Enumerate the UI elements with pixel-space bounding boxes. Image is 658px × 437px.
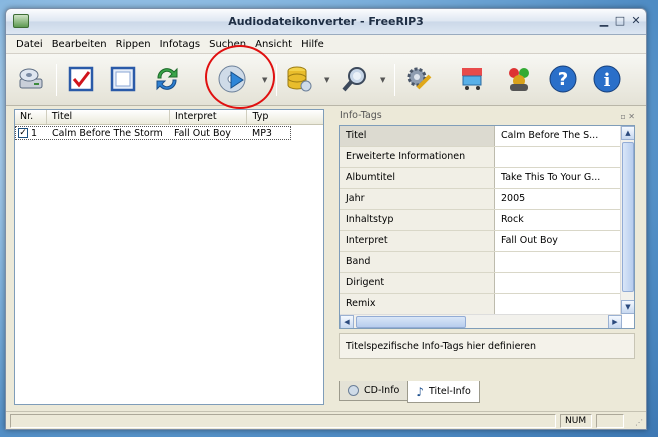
toolbar: ▼ ▼ ▼ ? i [6, 54, 646, 106]
tag-key: Band [340, 252, 495, 272]
info-tags-title: Info-Tags [340, 110, 382, 121]
refresh-icon[interactable] [150, 62, 184, 96]
tag-row[interactable]: Band [340, 252, 621, 273]
toolbar-separator [394, 64, 395, 96]
vertical-scrollbar[interactable]: ▲ ▼ [620, 126, 634, 314]
minimize-icon[interactable]: ▁ [596, 14, 612, 29]
tag-value[interactable] [495, 294, 621, 314]
track-list: Nr. Titel Interpret Typ ✓ 1 Calm Before … [14, 109, 324, 405]
music-note-icon: ♪ [416, 384, 425, 399]
tag-key: Remix [340, 294, 495, 314]
toolbar-separator [276, 64, 277, 96]
tag-row[interactable]: Albumtitel Take This To Your G... [340, 168, 621, 189]
shop-icon[interactable] [456, 62, 490, 96]
tag-value[interactable]: Fall Out Boy [495, 231, 621, 251]
help-icon[interactable]: ? [546, 62, 580, 96]
scroll-right-icon[interactable]: ▶ [608, 315, 622, 328]
tab-titel-info[interactable]: ♪ Titel-Info [407, 381, 480, 403]
settings-icon[interactable] [402, 62, 436, 96]
window-title: Audiodateikonverter - FreeRIP3 [228, 15, 424, 28]
tag-row[interactable]: Interpret Fall Out Boy [340, 231, 621, 252]
status-num: NUM [560, 414, 592, 428]
tag-value[interactable]: Take This To Your G... [495, 168, 621, 188]
column-typ[interactable]: Typ [247, 110, 323, 124]
tag-value[interactable] [495, 252, 621, 272]
track-title: Calm Before The Storm [52, 127, 163, 139]
tag-row[interactable]: Dirigent [340, 273, 621, 294]
database-icon[interactable] [282, 62, 316, 96]
database-dropdown-arrow-icon[interactable]: ▼ [324, 76, 331, 84]
menu-rippen[interactable]: Rippen [112, 39, 155, 50]
search-icon[interactable] [338, 62, 372, 96]
tag-value[interactable]: Calm Before The S... [495, 126, 621, 146]
tag-key: Titel [340, 126, 495, 146]
info-tags-grid: Titel Calm Before The S... Erweiterte In… [339, 125, 635, 329]
scroll-down-icon[interactable]: ▼ [621, 300, 634, 314]
community-icon[interactable] [502, 62, 536, 96]
tag-value[interactable]: 2005 [495, 189, 621, 209]
scroll-thumb[interactable] [356, 316, 466, 328]
scroll-thumb[interactable] [622, 142, 634, 292]
tag-row[interactable]: Titel Calm Before The S... [340, 126, 621, 147]
tag-value[interactable] [495, 273, 621, 293]
menu-datei[interactable]: Datei [12, 39, 47, 50]
tab-label: Titel-Info [429, 386, 471, 397]
uncheck-all-icon[interactable] [106, 62, 140, 96]
horizontal-scrollbar[interactable]: ◀ ▶ [340, 314, 622, 328]
cd-icon [348, 385, 359, 396]
search-dropdown-arrow-icon[interactable]: ▼ [380, 76, 387, 84]
table-row[interactable]: ✓ 1 Calm Before The Storm Fall Out Boy M… [15, 126, 291, 140]
column-interpret[interactable]: Interpret [170, 110, 248, 124]
status-caps [596, 414, 624, 428]
tag-key: Erweiterte Informationen [340, 147, 495, 167]
tag-value[interactable] [495, 147, 621, 167]
maximize-icon[interactable]: □ [612, 14, 628, 29]
highlight-ring-annotation [205, 45, 275, 109]
title-bar[interactable]: Audiodateikonverter - FreeRIP3 ▁ □ ✕ [6, 9, 646, 35]
svg-text:?: ? [558, 69, 568, 90]
tag-row[interactable]: Erweiterte Informationen [340, 147, 621, 168]
info-tags-panel: Info-Tags ▫ ✕ Titel Calm Before The S...… [334, 109, 637, 405]
tag-row[interactable]: Inhaltstyp Rock [340, 210, 621, 231]
tag-key: Dirigent [340, 273, 495, 293]
tag-key: Inhaltstyp [340, 210, 495, 230]
cd-drive-icon[interactable] [14, 62, 48, 96]
resize-grip-icon[interactable]: ⋰ [635, 418, 643, 427]
info-tags-header: Info-Tags ▫ ✕ [334, 109, 637, 123]
info-tags-hint: Titelspezifische Info-Tags hier definier… [339, 333, 635, 359]
menu-ansicht[interactable]: Ansicht [251, 39, 296, 50]
column-titel[interactable]: Titel [47, 110, 170, 124]
panel-pin-close-icon[interactable]: ▫ ✕ [620, 110, 635, 123]
tag-value[interactable]: Rock [495, 210, 621, 230]
track-type: MP3 [252, 127, 272, 139]
status-message [10, 414, 556, 428]
check-all-icon[interactable] [64, 62, 98, 96]
menu-hilfe[interactable]: Hilfe [297, 39, 328, 50]
svg-text:i: i [604, 70, 611, 91]
status-bar: NUM ⋰ [6, 411, 646, 429]
scroll-up-icon[interactable]: ▲ [621, 126, 634, 140]
column-nr[interactable]: Nr. [15, 110, 47, 124]
menu-bearbeiten[interactable]: Bearbeiten [48, 39, 111, 50]
close-icon[interactable]: ✕ [628, 14, 644, 29]
menu-bar: Datei Bearbeiten Rippen Infotags Suchen … [6, 35, 646, 54]
track-artist: Fall Out Boy [174, 127, 231, 139]
tab-label: CD-Info [364, 385, 400, 396]
tag-key: Jahr [340, 189, 495, 209]
tag-key: Albumtitel [340, 168, 495, 188]
track-nr: 1 [31, 127, 38, 139]
tag-key: Interpret [340, 231, 495, 251]
scroll-left-icon[interactable]: ◀ [340, 315, 354, 328]
tab-cd-info[interactable]: CD-Info [339, 381, 409, 401]
info-icon[interactable]: i [590, 62, 624, 96]
tag-row[interactable]: Remix [340, 294, 621, 315]
app-window: Audiodateikonverter - FreeRIP3 ▁ □ ✕ Dat… [5, 8, 647, 430]
menu-infotags[interactable]: Infotags [156, 39, 205, 50]
track-checkbox[interactable]: ✓ [18, 128, 28, 138]
tag-row[interactable]: Jahr 2005 [340, 189, 621, 210]
toolbar-separator [56, 64, 57, 96]
track-list-header: Nr. Titel Interpret Typ [15, 110, 323, 125]
info-tabs: CD-Info ♪ Titel-Info [339, 381, 480, 403]
